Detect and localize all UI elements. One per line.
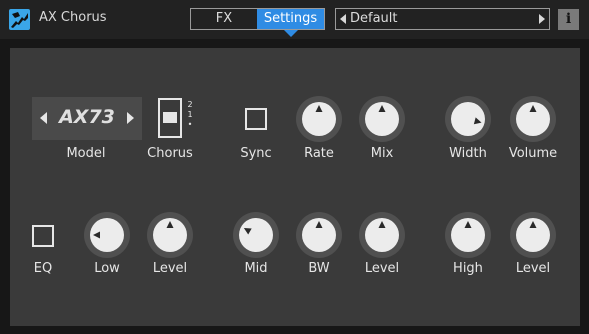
- model-next-icon[interactable]: [127, 112, 134, 124]
- title-bar: AX Chorus FX Settings Default i: [0, 0, 589, 39]
- low-level-label: Level: [152, 261, 188, 276]
- knob-svg: [84, 212, 130, 258]
- chorus-mark-2: 2: [187, 100, 193, 109]
- volume-label: Volume: [508, 146, 558, 161]
- low-knob[interactable]: [82, 210, 132, 260]
- knob-svg: [359, 96, 405, 142]
- rate-knob[interactable]: [294, 94, 344, 144]
- settings-panel: [10, 48, 580, 326]
- knob-svg: [445, 96, 491, 142]
- chorus-label: Chorus: [147, 146, 193, 161]
- tab-bar: FX Settings: [190, 8, 325, 30]
- knob-svg: [233, 212, 279, 258]
- model-prev-icon[interactable]: [40, 112, 47, 124]
- preset-name[interactable]: Default: [350, 11, 398, 26]
- preset-next-icon[interactable]: [539, 14, 545, 24]
- chorus-switch[interactable]: [158, 98, 182, 138]
- mid-label: Mid: [244, 261, 268, 276]
- app-title: AX Chorus: [39, 10, 107, 25]
- knob-svg: [147, 212, 193, 258]
- chorus-switch-marks: 2 1 •: [186, 100, 194, 130]
- sync-checkbox[interactable]: [245, 108, 267, 130]
- mid-level-knob[interactable]: [357, 210, 407, 260]
- knob-svg: [359, 212, 405, 258]
- bw-label: BW: [308, 261, 330, 276]
- rate-label: Rate: [304, 146, 334, 161]
- knob-body: [239, 218, 273, 252]
- volume-knob[interactable]: [508, 94, 558, 144]
- chorus-switch-thumb[interactable]: [163, 112, 177, 123]
- high-knob[interactable]: [443, 210, 493, 260]
- high-label: High: [453, 261, 483, 276]
- preset-prev-icon[interactable]: [340, 14, 346, 24]
- knob-svg: [296, 96, 342, 142]
- high-level-label: Level: [515, 261, 551, 276]
- width-label: Width: [449, 146, 487, 161]
- chorus-mark-dot: •: [187, 120, 193, 129]
- width-knob[interactable]: [443, 94, 493, 144]
- tab-fx[interactable]: FX: [191, 9, 257, 29]
- model-selector[interactable]: AX73: [32, 97, 142, 140]
- knob-svg: [510, 212, 556, 258]
- sync-label: Sync: [240, 146, 272, 161]
- eq-checkbox[interactable]: [32, 225, 54, 247]
- preset-selector[interactable]: Default: [335, 8, 550, 30]
- mid-level-label: Level: [364, 261, 400, 276]
- eq-label: EQ: [33, 261, 53, 276]
- mix-label: Mix: [370, 146, 394, 161]
- bw-knob[interactable]: [294, 210, 344, 260]
- low-label: Low: [94, 261, 120, 276]
- knob-svg: [296, 212, 342, 258]
- info-button[interactable]: i: [558, 9, 579, 30]
- app-logo-icon: [9, 9, 30, 30]
- knob-svg: [510, 96, 556, 142]
- model-name: AX73: [59, 106, 115, 128]
- low-level-knob[interactable]: [145, 210, 195, 260]
- mid-knob[interactable]: [231, 210, 281, 260]
- tab-settings[interactable]: Settings: [257, 9, 324, 29]
- knob-body: [451, 102, 485, 136]
- chorus-mark-1: 1: [187, 110, 193, 119]
- mix-knob[interactable]: [357, 94, 407, 144]
- model-label: Model: [66, 146, 106, 161]
- high-level-knob[interactable]: [508, 210, 558, 260]
- knob-svg: [445, 212, 491, 258]
- active-tab-caret-icon: [284, 30, 298, 37]
